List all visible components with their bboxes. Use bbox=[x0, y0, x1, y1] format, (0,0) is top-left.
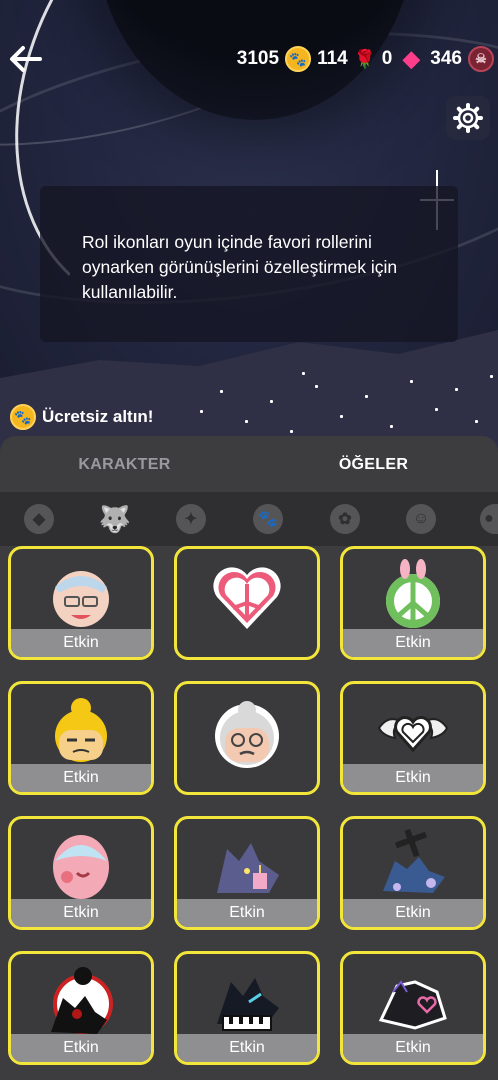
grandma-face-icon bbox=[215, 701, 279, 768]
skull-coin-value: 346 bbox=[430, 48, 462, 69]
sleepy-grandma-icon bbox=[53, 571, 109, 627]
paw-coin-icon: 🐾 bbox=[10, 404, 36, 430]
skull-coin-balance[interactable]: 346 ☠ bbox=[430, 46, 494, 72]
item-status: Etkin bbox=[343, 629, 483, 657]
wolf-piano-icon bbox=[217, 978, 279, 1031]
arrow-left-icon bbox=[10, 46, 42, 72]
yellow-hair-face-icon bbox=[55, 698, 107, 762]
item-status: Etkin bbox=[177, 1034, 317, 1062]
winged-heart-icon bbox=[377, 716, 449, 753]
gift-icon[interactable]: ✦ bbox=[176, 504, 206, 534]
item-status: Etkin bbox=[11, 629, 151, 657]
easter-egg-face-icon bbox=[53, 835, 109, 899]
wolf-rainbow-heart-icon bbox=[378, 980, 447, 1030]
wolf-rose-icon bbox=[51, 967, 113, 1034]
gem-balance[interactable]: 0 ◆ bbox=[381, 46, 425, 71]
item-card[interactable]: Etkin bbox=[340, 951, 486, 1065]
info-text: Rol ikonları oyun içinde favori rollerin… bbox=[82, 232, 398, 302]
item-status: Etkin bbox=[177, 899, 317, 927]
item-status: Etkin bbox=[343, 764, 483, 792]
back-button[interactable] bbox=[8, 44, 44, 78]
paw-coin-icon: 🐾 bbox=[285, 46, 312, 72]
item-status: Etkin bbox=[11, 899, 151, 927]
gem-icon: ◆ bbox=[402, 46, 420, 71]
rose-icon: 🌹 bbox=[353, 48, 376, 69]
person-icon[interactable]: ● bbox=[480, 504, 498, 534]
tab-ogeler[interactable]: ÖĞELER bbox=[249, 436, 498, 492]
item-status: Etkin bbox=[343, 1034, 483, 1062]
smiley-icon[interactable]: ☺ bbox=[406, 504, 436, 534]
free-gold-button[interactable]: 🐾 Ücretsiz altın! bbox=[10, 404, 153, 430]
skull-coin-icon: ☠ bbox=[468, 46, 494, 72]
gem-value: 0 bbox=[381, 48, 393, 69]
tab-karakter[interactable]: KARAKTER bbox=[0, 436, 249, 492]
paw-coin-balance[interactable]: 3105 🐾 bbox=[236, 46, 312, 72]
item-card[interactable]: Etkin bbox=[340, 681, 486, 795]
item-status: Etkin bbox=[343, 899, 483, 927]
peace-wreath-icon bbox=[386, 559, 440, 628]
wolf-badge-icon[interactable]: ◆ bbox=[24, 504, 54, 534]
item-card[interactable]: Etkin bbox=[8, 546, 154, 660]
paw-coin-value: 3105 bbox=[236, 48, 280, 69]
item-card[interactable]: Etkin bbox=[174, 816, 320, 930]
item-status: Etkin bbox=[11, 1034, 151, 1062]
info-card: Rol ikonları oyun içinde favori rollerin… bbox=[40, 186, 458, 342]
item-card[interactable]: Etkin bbox=[174, 951, 320, 1065]
rose-value: 114 bbox=[317, 48, 348, 69]
rose-balance[interactable]: 114 🌹 bbox=[317, 46, 376, 72]
peace-heart-icon bbox=[213, 567, 281, 629]
category-bar: ◆ 🐺 ✦ 🐾 ✿ ☺ ● bbox=[0, 492, 498, 546]
item-card[interactable] bbox=[174, 681, 320, 795]
free-gold-label: Ücretsiz altın! bbox=[42, 407, 154, 426]
gear-icon bbox=[453, 103, 483, 133]
tab-bar: KARAKTER ÖĞELER bbox=[0, 436, 498, 492]
item-card[interactable]: Etkin bbox=[8, 681, 154, 795]
item-card[interactable] bbox=[174, 546, 320, 660]
top-bar: 3105 🐾 114 🌹 0 ◆ 346 ☠ bbox=[0, 36, 498, 86]
paw-frame-icon[interactable]: ✿ bbox=[330, 504, 360, 534]
paw-icon[interactable]: 🐾 bbox=[253, 504, 283, 534]
item-status: Etkin bbox=[11, 764, 151, 792]
item-card[interactable]: Etkin bbox=[340, 816, 486, 930]
currency-bar: 3105 🐾 114 🌹 0 ◆ 346 ☠ bbox=[237, 46, 494, 72]
wolf-head-icon[interactable]: 🐺 bbox=[99, 504, 131, 534]
wolf-cross-icon bbox=[383, 828, 445, 893]
item-card[interactable]: Etkin bbox=[340, 546, 486, 660]
item-card[interactable]: Etkin bbox=[8, 816, 154, 930]
wolf-cake-icon bbox=[217, 843, 279, 893]
item-card[interactable]: Etkin bbox=[8, 951, 154, 1065]
settings-button[interactable] bbox=[446, 96, 490, 140]
